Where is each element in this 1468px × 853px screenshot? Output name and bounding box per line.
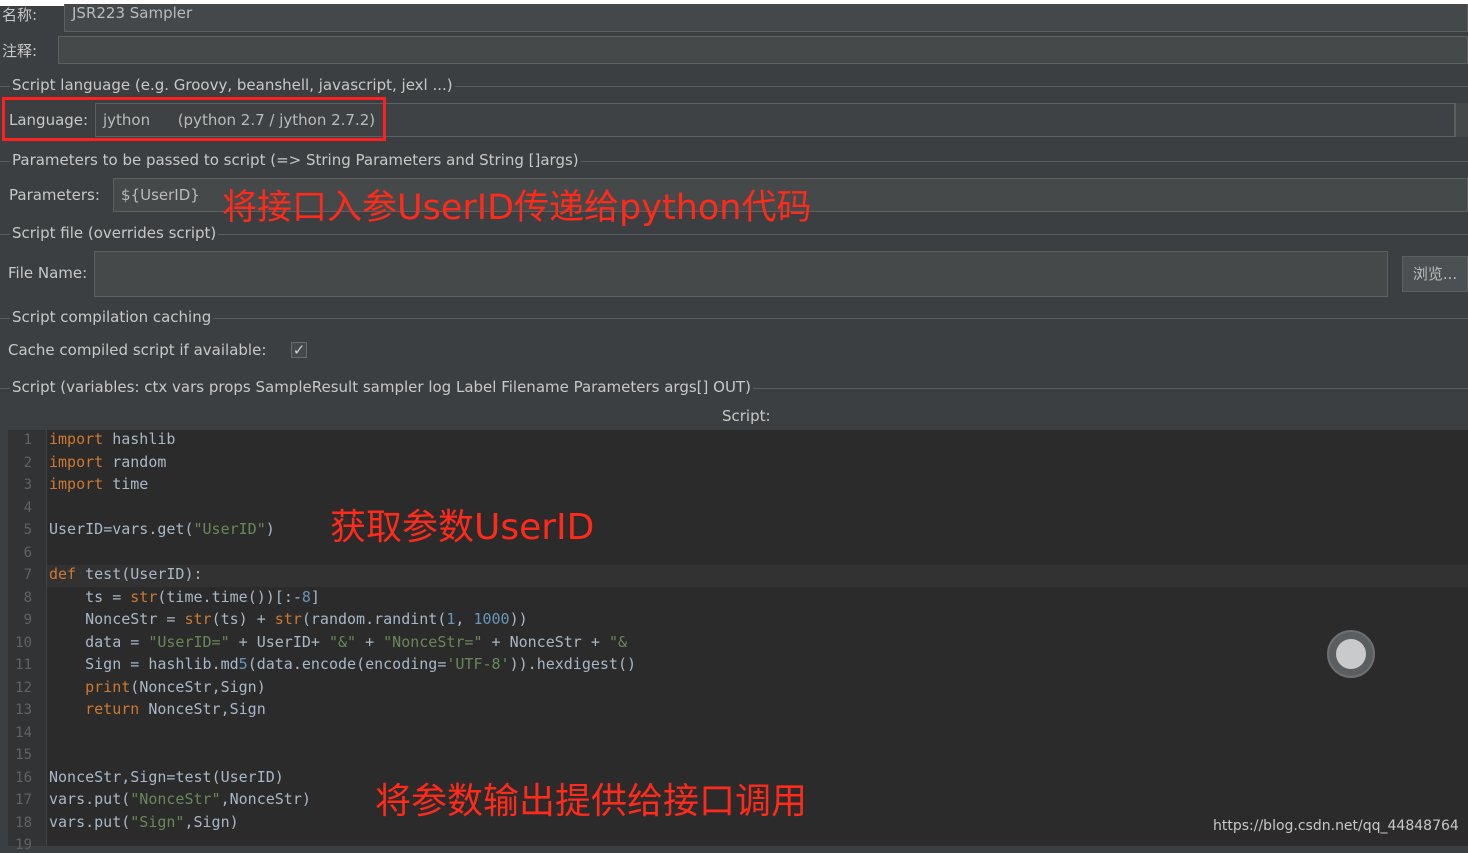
name-input-value: JSR223 Sampler — [72, 4, 193, 22]
line-number: 8 — [23, 589, 32, 606]
code-line: Sign = hashlib.md5(data.encode(encoding=… — [85, 655, 637, 673]
line-number: 12 — [15, 679, 32, 696]
code-line: data = "UserID=" + UserID+ "&" + "NonceS… — [85, 632, 627, 651]
line-number: 18 — [15, 814, 32, 831]
line-number: 5 — [23, 522, 32, 538]
parameters-section-title: Parameters to be passed to script (=> St… — [10, 151, 581, 169]
gutter-divider — [46, 430, 47, 846]
name-input[interactable]: JSR223 Sampler — [64, 4, 1468, 32]
script-section-title: Script (variables: ctx vars props Sample… — [10, 378, 753, 396]
code-line: NonceStr,Sign=test(UserID) — [49, 767, 284, 786]
line-number: 13 — [15, 702, 32, 718]
output-annotation: 将参数输出提供给接口调用 — [375, 781, 808, 822]
parameters-value: ${UserID} — [121, 186, 200, 204]
file-section-border — [0, 234, 1468, 235]
current-line-highlight — [46, 565, 1468, 587]
language-dropdown-arrow[interactable] — [1455, 103, 1468, 137]
line-number: 7 — [23, 567, 32, 583]
code-line: UserID=vars.get("UserID") — [49, 520, 275, 538]
file-name-input[interactable] — [94, 251, 1388, 297]
line-number: 1 — [23, 432, 32, 448]
code-line: import hashlib — [49, 430, 176, 448]
code-line: print(NonceStr,Sign) — [85, 677, 266, 696]
cache-checkbox[interactable]: ✓ — [291, 342, 307, 358]
caching-section-title: Script compilation caching — [10, 308, 214, 326]
code-line: vars.put("Sign",Sign) — [49, 812, 239, 831]
file-section-title: Script file (overrides script) — [10, 224, 219, 242]
comment-input[interactable] — [58, 36, 1468, 64]
code-line: import time — [49, 475, 149, 493]
code-line: NonceStr = str(ts) + str(random.randint(… — [85, 610, 528, 628]
caching-section-border — [0, 318, 1468, 319]
floating-assistive-button[interactable] — [1327, 630, 1375, 678]
language-highlight-box — [2, 97, 386, 141]
get-param-annotation: 获取参数UserID — [330, 507, 595, 548]
line-number: 14 — [15, 724, 32, 741]
script-editor-title: Script: — [722, 407, 771, 425]
floating-button-dot-icon — [1336, 639, 1366, 669]
line-number: 11 — [15, 657, 32, 673]
line-number: 17 — [15, 792, 32, 808]
line-number: 6 — [23, 544, 32, 561]
line-number: 16 — [15, 769, 32, 786]
code-line: ts = str(time.time())[:-8] — [85, 587, 320, 606]
browse-button[interactable]: 浏览... — [1402, 256, 1468, 292]
params-annotation: 将接口入参UserID传递给python代码 — [222, 188, 812, 228]
line-number: 9 — [23, 612, 32, 628]
name-label: 名称: — [2, 6, 38, 24]
file-name-label: File Name: — [8, 264, 88, 282]
code-line: vars.put("NonceStr",NonceStr) — [49, 790, 311, 808]
code-line: def test(UserID): — [49, 565, 203, 583]
parameters-label: Parameters: — [9, 186, 100, 204]
code-line: return NonceStr,Sign — [85, 700, 266, 718]
comment-label: 注释: — [2, 42, 38, 60]
language-section-title: Script language (e.g. Groovy, beanshell,… — [10, 76, 455, 94]
csdn-watermark: https://blog.csdn.net/qq_44848764 — [1213, 818, 1459, 834]
line-number: 3 — [23, 477, 32, 493]
line-number: 10 — [15, 634, 32, 651]
line-number: 2 — [23, 454, 32, 471]
line-number: 19 — [15, 837, 32, 853]
code-line: import random — [49, 452, 167, 471]
cache-label: Cache compiled script if available: — [8, 341, 267, 359]
line-number: 15 — [15, 747, 32, 763]
line-number: 4 — [23, 499, 32, 516]
